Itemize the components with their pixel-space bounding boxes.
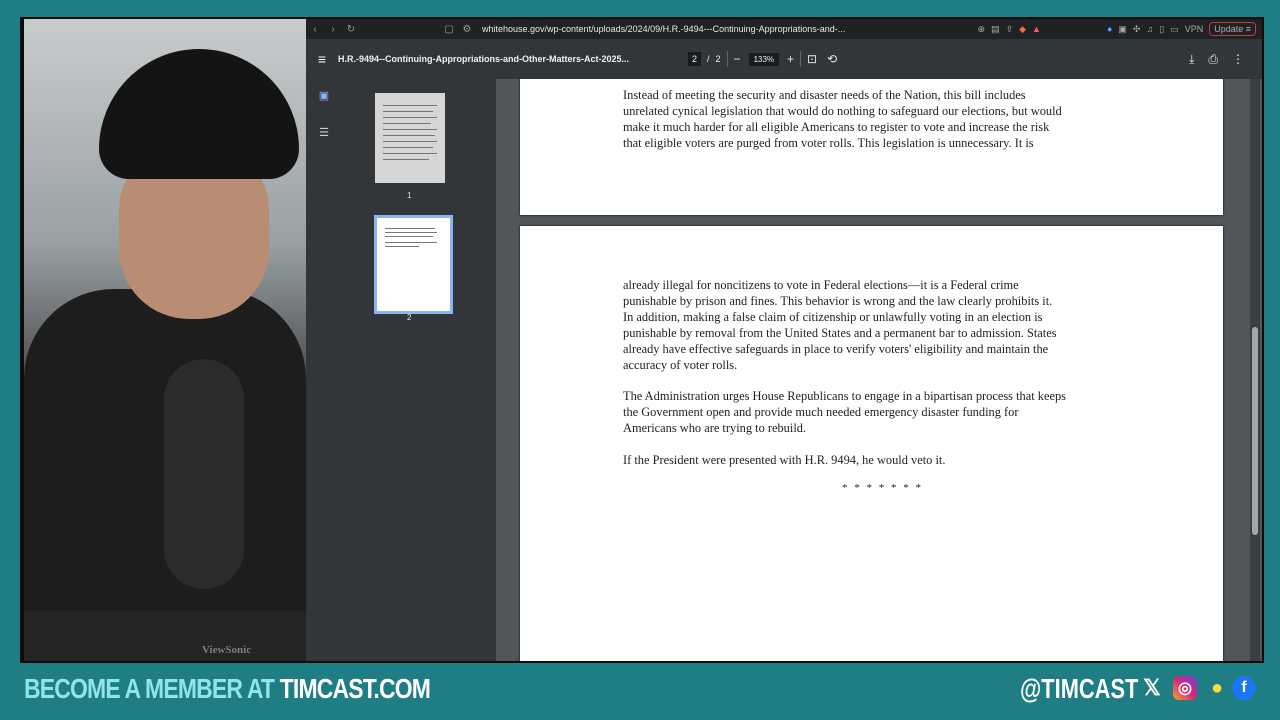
- brave-shield-icon[interactable]: ◆: [1019, 24, 1026, 35]
- vertical-scrollbar[interactable]: [1250, 79, 1260, 661]
- page-total: 2: [715, 54, 721, 64]
- rewards-icon[interactable]: ▲: [1032, 24, 1041, 34]
- membership-cta: BECOME A MEMBER AT TIMCAST.COM: [24, 673, 431, 705]
- zoom-in-icon[interactable]: +: [787, 52, 794, 66]
- reader-icon[interactable]: ▤: [991, 24, 1000, 35]
- thumbnail-label-1: 1: [407, 191, 412, 200]
- host-beanie: [99, 49, 299, 179]
- outline-icon[interactable]: ☰: [316, 126, 332, 139]
- music-icon[interactable]: ♫: [1146, 24, 1153, 34]
- sidebar-icon[interactable]: ▯: [1159, 24, 1164, 35]
- site-info-icon[interactable]: ⚙: [458, 24, 476, 35]
- extension2-icon[interactable]: ▣: [1118, 24, 1127, 35]
- bookmark-icon[interactable]: ▢: [440, 24, 458, 35]
- update-button[interactable]: Update ≡: [1209, 22, 1256, 36]
- page2-end-marker: * * * * * * *: [842, 482, 923, 494]
- download-icon[interactable]: ⤓: [1189, 52, 1194, 67]
- social-handle: @TIMCAST: [1020, 673, 1139, 704]
- page-thumbnail-2[interactable]: [374, 215, 453, 314]
- fit-page-icon[interactable]: ⊡: [807, 52, 817, 66]
- browser-window: ‹ › ↻ ▢ ⚙ whitehouse.gov/wp-content/uplo…: [306, 19, 1262, 661]
- thumbnail-sidebar: ▣ ☰ 1 2: [306, 79, 496, 661]
- vpn-button[interactable]: VPN: [1185, 24, 1204, 34]
- pdf-page-2: already illegal for noncitizens to vote …: [520, 226, 1223, 661]
- facebook-icon: f: [1232, 676, 1256, 700]
- monitor: [24, 611, 306, 661]
- sidebar-tools: ▣ ☰: [316, 89, 332, 163]
- monitor-brand: ViewSonic: [202, 644, 252, 656]
- share-icon[interactable]: ⇪: [1006, 24, 1014, 35]
- forward-icon[interactable]: ›: [324, 24, 342, 35]
- print-icon[interactable]: ⎙: [1208, 52, 1218, 67]
- extensions-bar: ⊕ ▤ ⇪ ◆ ▲ ● ▣ ✣ ♫ ▯ ▭ VPN Update ≡: [978, 22, 1256, 36]
- wallet-icon[interactable]: ▭: [1170, 24, 1179, 35]
- page-number-input[interactable]: 2: [688, 52, 702, 66]
- toolbar-divider: [800, 51, 802, 67]
- thumbnails-icon[interactable]: ▣: [316, 89, 332, 102]
- pdf-title: H.R.-9494--Continuing-Appropriations-and…: [338, 54, 630, 64]
- puzzle-icon[interactable]: ✣: [1133, 24, 1141, 35]
- webcam-feed: ViewSonic: [24, 19, 306, 661]
- back-icon[interactable]: ‹: [306, 24, 324, 35]
- x-icon: 𝕏: [1143, 675, 1161, 700]
- page-separator: /: [707, 54, 710, 64]
- cta-site: TIMCAST.COM: [279, 673, 431, 704]
- pdf-page-1: Instead of meeting the security and disa…: [520, 79, 1223, 215]
- page2-paragraph-2: The Administration urges House Republica…: [623, 389, 1066, 435]
- page-selector: 2 / 2: [688, 52, 721, 66]
- menu-icon[interactable]: ≡: [306, 51, 338, 67]
- page2-paragraph-3: If the President were presented with H.R…: [623, 453, 946, 467]
- url-field[interactable]: whitehouse.gov/wp-content/uploads/2024/0…: [482, 24, 882, 34]
- rotate-icon[interactable]: ⟲: [827, 52, 837, 66]
- microphone: [164, 359, 244, 589]
- lightbulb-icon: ●: [1210, 676, 1224, 699]
- pdf-right-tools: ⤓ ⎙ ⋮: [1189, 52, 1244, 67]
- zoom-out-icon[interactable]: −: [734, 52, 741, 66]
- address-bar: ‹ › ↻ ▢ ⚙ whitehouse.gov/wp-content/uplo…: [306, 19, 1262, 39]
- cta-prefix: BECOME A MEMBER AT: [24, 673, 280, 704]
- page1-paragraph: Instead of meeting the security and disa…: [623, 88, 1062, 150]
- reload-icon[interactable]: ↻: [342, 24, 360, 35]
- pdf-viewer[interactable]: Instead of meeting the security and disa…: [496, 79, 1262, 661]
- more-options-icon[interactable]: ⋮: [1232, 52, 1244, 67]
- page-thumbnail-1[interactable]: [375, 93, 445, 183]
- extension-icon[interactable]: ●: [1107, 24, 1112, 34]
- update-label: Update: [1214, 24, 1244, 34]
- page2-paragraph-1: already illegal for noncitizens to vote …: [623, 278, 1057, 372]
- instagram-icon: ◎: [1173, 676, 1197, 700]
- pdf-toolbar: ≡ H.R.-9494--Continuing-Appropriations-a…: [306, 39, 1262, 79]
- toolbar-divider: [726, 51, 728, 67]
- scrollbar-thumb[interactable]: [1252, 327, 1258, 535]
- thumbnail-label-2: 2: [407, 313, 412, 322]
- zoom-level-input[interactable]: 133%: [748, 52, 780, 66]
- zoom-icon[interactable]: ⊕: [978, 24, 986, 35]
